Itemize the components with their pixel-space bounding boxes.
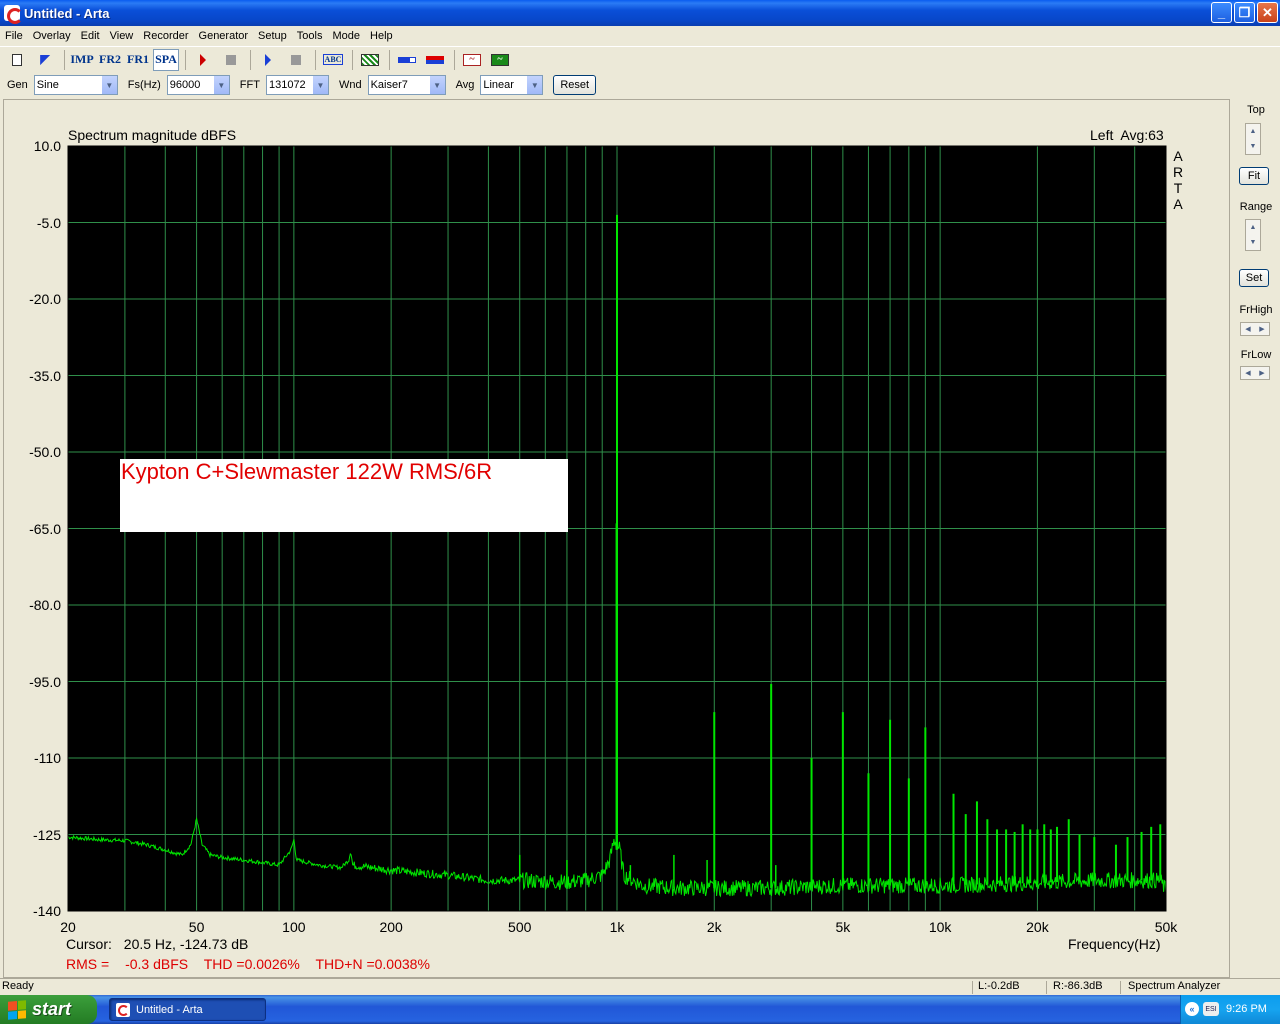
up-arrow-icon[interactable]: ▲ [1250,224,1257,231]
y-tick-label: -140 [32,903,61,919]
restore-button[interactable]: ❐ [1234,2,1255,23]
x-tick-label: 50 [188,919,205,935]
set-button[interactable]: Set [1239,269,1269,287]
y-tick-label: -20.0 [29,291,61,307]
y-tick-label: -80.0 [29,597,61,613]
cursor-label: Cursor: [66,936,112,952]
range-label: Range [1239,201,1273,213]
up-arrow-icon[interactable]: ▲ [1250,128,1257,135]
x-tick-label: 10k [928,919,952,935]
x-tick-label: 5k [835,919,851,935]
taskbar-item-label: Untitled - Arta [136,1003,203,1016]
y-tick-label: 10.0 [33,138,61,154]
y-tick-label: -65.0 [29,520,61,537]
measurement-readout: RMS = -0.3 dBFS THD =0.0026% THD+N =0.00… [66,956,442,972]
cursor-value: 20.5 Hz, -124.73 dB [123,936,249,952]
esi-audio-tray-icon[interactable]: ESI [1203,1002,1219,1016]
range-spinner[interactable]: ▲ ▼ [1245,219,1261,251]
close-icon: ✕ [1262,4,1273,20]
arta-vertical-label: A R T A [1172,148,1184,212]
y-tick-label: -125 [32,826,61,843]
arta-app-icon [116,1002,130,1017]
rms-label: RMS = [66,956,110,972]
frlow-label: FrLow [1240,349,1272,361]
frlow-spinner[interactable]: ◀ ▶ [1240,366,1270,380]
down-arrow-icon[interactable]: ▼ [1250,143,1257,150]
x-tick-label: 20k [1026,919,1049,935]
windows-logo-icon [8,999,26,1020]
frhigh-spinner[interactable]: ◀ ▶ [1240,322,1270,336]
arta-letter: T [1173,180,1183,196]
top-spinner[interactable]: ▲ ▼ [1245,123,1261,155]
arta-letter: R [1172,164,1184,180]
x-tick-label: 200 [379,919,403,935]
x-tick-label: 500 [508,919,532,935]
y-tick-label: -50.0 [29,444,61,460]
status-mode: Spectrum Analyzer [1128,980,1221,992]
thdn-value: THD+N =0.0038% [315,956,430,972]
right-arrow-icon[interactable]: ▶ [1259,369,1264,377]
fit-button[interactable]: Fit [1239,167,1269,185]
status-divider [1120,981,1121,994]
status-bar: Ready L:-0.2dB R:-86.3dB Spectrum Analyz… [0,978,1280,995]
scale-sidebar: Top ▲ ▼ Fit Range ▲ ▼ Set FrHigh ◀ ▶ FrL… [1232,99,1280,978]
top-label: Top [1247,104,1265,116]
status-left-level: L:-0.2dB [978,980,1020,992]
clock: 9:26 PM [1226,1003,1267,1015]
rms-value: -0.3 dBFS [125,956,189,972]
tray-expand-icon[interactable]: « [1185,1002,1199,1016]
x-tick-label: 100 [282,919,306,935]
y-tick-label: -110 [34,750,61,766]
cursor-readout: Cursor: 20.5 Hz, -124.73 dB [66,936,256,952]
left-arrow-icon[interactable]: ◀ [1245,369,1250,377]
y-tick-label: -95.0 [29,673,61,690]
start-label: start [32,999,72,1019]
thd-value: THD =0.0026% [203,956,300,972]
x-tick-label: 20 [60,919,76,935]
arta-letter: A [1173,148,1183,164]
status-divider [1046,981,1047,994]
y-tick-label: -35.0 [29,367,61,384]
right-arrow-icon[interactable]: ▶ [1259,325,1264,333]
x-tick-label: 50k [1154,919,1178,935]
y-tick-label: -5.0 [36,214,61,231]
taskbar-item-arta[interactable]: Untitled - Arta [109,998,266,1021]
status-right-level: R:-86.3dB [1053,980,1103,992]
status-ready: Ready [2,980,34,992]
frhigh-label: FrHigh [1239,304,1273,316]
restore-icon: ❐ [1238,4,1251,20]
taskbar: start Untitled - Arta « ESI 9:26 PM [0,995,1280,1024]
channel-avg-status: Left Avg:63 [1090,127,1164,143]
x-tick-label: 1k [609,919,625,935]
status-divider [972,981,973,994]
close-button[interactable]: ✕ [1257,2,1278,23]
annotation-label[interactable]: Kypton C+Slewmaster 122W RMS/6R [120,459,568,532]
system-tray: « ESI 9:26 PM [1180,995,1280,1024]
plot-title: Spectrum magnitude dBFS [68,127,237,143]
x-tick-label: 2k [706,919,722,935]
down-arrow-icon[interactable]: ▼ [1250,239,1257,246]
start-button[interactable]: start [0,995,97,1024]
arta-letter: A [1173,196,1183,212]
left-arrow-icon[interactable]: ◀ [1245,325,1250,333]
x-axis-label: Frequency(Hz) [1068,936,1161,952]
